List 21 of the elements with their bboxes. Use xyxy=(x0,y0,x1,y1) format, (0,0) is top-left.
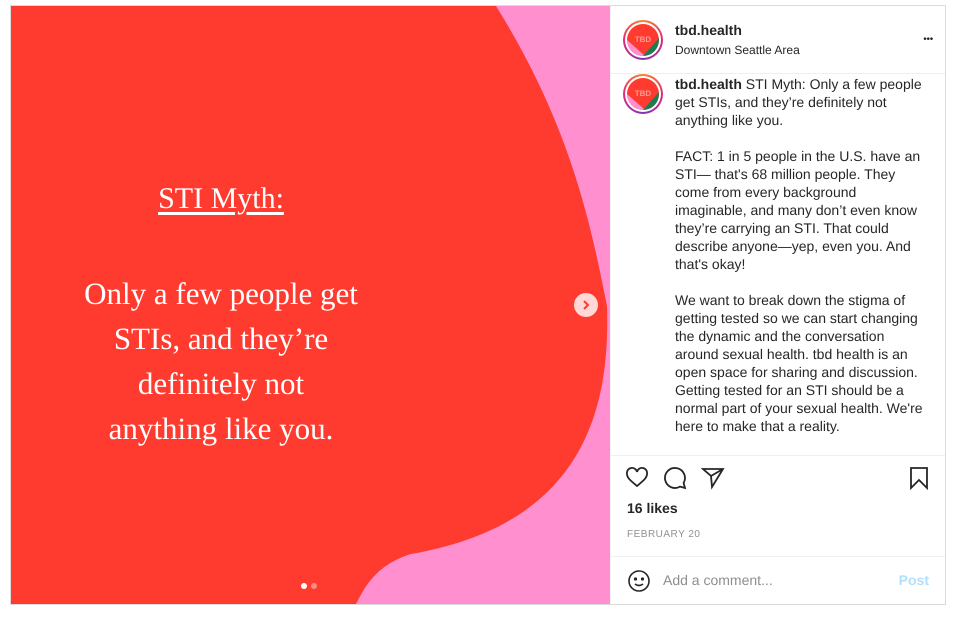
caption-text: FACT: 1 in 5 people in the U.S. have an STI— that's 68 million people. They come from every background imaginable, and many don’t even know they’re carrying an STI. That could describe anyone—yep, even you. And that's okay! xyxy=(675,147,922,273)
caption-text: We want to break down the stigma of getting tested so we can start changing the dynamic and the conversation around sexual health. tbd health is an open space for sharing and discussion. Getting tested for an STI should be a normal part of your sexual health. We're here to make that a reality. xyxy=(675,291,923,435)
heart-icon[interactable] xyxy=(625,466,649,490)
chevron-right-icon xyxy=(581,300,591,310)
comment-icon[interactable] xyxy=(663,466,687,490)
bookmark-icon[interactable] xyxy=(907,466,931,490)
emoji-icon[interactable] xyxy=(627,568,651,592)
post-date: FEBRUARY 20 xyxy=(626,528,702,542)
caption-text: tbd.health STI Myth: Only a few people get STIs, and they’re definitely not anything like you. xyxy=(675,75,923,129)
avatar-label: TBD xyxy=(634,88,652,100)
location[interactable]: Downtown Seattle Area xyxy=(675,41,912,59)
username[interactable]: tbd.health xyxy=(675,20,912,41)
logo-icon xyxy=(627,92,659,110)
send-icon[interactable] xyxy=(701,466,725,490)
comment-field[interactable]: Add a comment... xyxy=(663,570,887,591)
logo-icon xyxy=(627,38,659,56)
slide-text: Only a few people get STIs, and they’re definitely not anything like you. xyxy=(84,275,358,448)
slide-heading: STI Myth: xyxy=(158,181,284,217)
more-button[interactable]: ••• xyxy=(923,32,933,47)
avatar-label: TBD xyxy=(634,34,652,46)
likes-count[interactable]: 16 likes xyxy=(611,490,945,519)
